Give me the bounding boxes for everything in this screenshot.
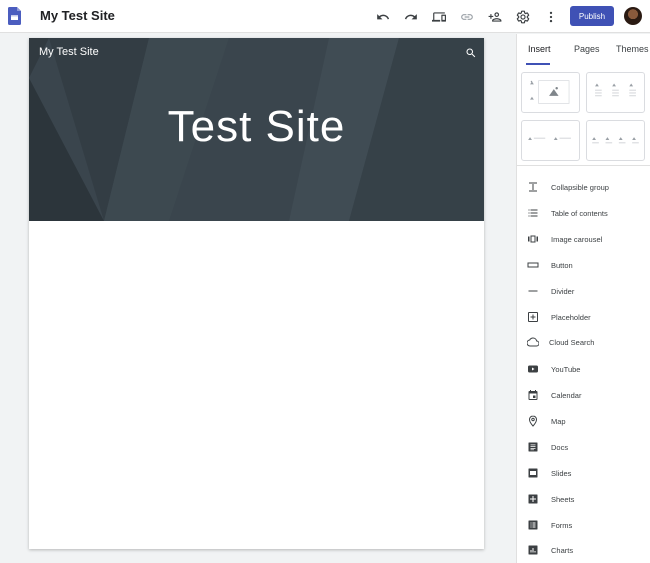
layout-option-3[interactable] <box>521 120 580 161</box>
layout-thumbnail-icon <box>592 137 639 144</box>
insert-item-label: Forms <box>551 520 573 530</box>
layout-option-4[interactable] <box>586 120 645 161</box>
image-carousel-icon <box>526 232 540 246</box>
layout-thumbnail-icon <box>595 83 636 97</box>
cloud-search-icon <box>526 335 540 349</box>
layout-option-1[interactable] <box>521 72 580 113</box>
insert-docs[interactable]: Docs <box>526 438 646 456</box>
site-page[interactable]: My Test Site Test Site <box>29 38 484 549</box>
insert-item-label: Calendar <box>551 390 582 400</box>
active-tab-indicator <box>526 63 550 65</box>
hero-title[interactable]: Test Site <box>29 102 484 152</box>
search-icon[interactable] <box>465 46 477 58</box>
insert-slides[interactable]: Slides <box>526 464 646 482</box>
insert-item-label: Collapsible group <box>551 182 609 192</box>
header-banner[interactable]: My Test Site Test Site <box>29 38 484 221</box>
share-icon[interactable] <box>486 8 504 26</box>
insert-item-label: Placeholder <box>551 312 591 322</box>
avatar[interactable] <box>624 7 642 25</box>
insert-item-label: YouTube <box>551 364 581 374</box>
redo-icon[interactable] <box>402 8 420 26</box>
insert-cloud-search[interactable]: Cloud Search <box>526 333 646 351</box>
youtube-icon <box>526 362 540 376</box>
calendar-icon <box>526 388 540 402</box>
insert-sheets[interactable]: Sheets <box>526 490 646 508</box>
insert-charts[interactable]: Charts <box>526 541 646 559</box>
insert-item-label: Docs <box>551 442 569 452</box>
table-of-contents-icon <box>526 206 540 220</box>
insert-button[interactable]: Button <box>526 256 646 274</box>
sheets-icon <box>526 492 540 506</box>
collapsible-group-icon <box>526 180 540 194</box>
sites-logo-icon[interactable] <box>8 7 21 25</box>
tab-insert[interactable]: Insert <box>528 44 551 54</box>
publish-button[interactable]: Publish <box>570 6 614 26</box>
insert-table-of-contents[interactable]: Table of contents <box>526 204 646 222</box>
insert-item-label: Image carousel <box>551 234 603 244</box>
site-title[interactable]: My Test Site <box>40 8 115 23</box>
top-bar: My Test Site Publish <box>0 0 650 33</box>
layout-thumbnail-icon <box>528 137 571 141</box>
insert-item-label: Button <box>551 260 573 270</box>
insert-map[interactable]: Map <box>526 412 646 430</box>
insert-placeholder[interactable]: Placeholder <box>526 308 646 326</box>
charts-icon <box>526 543 540 557</box>
insert-calendar[interactable]: Calendar <box>526 386 646 404</box>
link-icon[interactable] <box>458 8 476 26</box>
insert-item-label: Map <box>551 416 566 426</box>
tab-pages[interactable]: Pages <box>574 44 600 54</box>
editor-canvas: My Test Site Test Site <box>0 34 516 563</box>
docs-icon <box>526 440 540 454</box>
insert-item-label: Cloud Search <box>549 337 595 347</box>
preview-icon[interactable] <box>430 8 448 26</box>
undo-icon[interactable] <box>374 8 392 26</box>
layout-thumbnail-icon <box>530 80 570 104</box>
insert-item-label: Sheets <box>551 494 575 504</box>
insert-forms[interactable]: Forms <box>526 516 646 534</box>
more-icon[interactable] <box>542 8 560 26</box>
tab-themes[interactable]: Themes <box>616 44 649 54</box>
insert-youtube[interactable]: YouTube <box>526 360 646 378</box>
divider-icon <box>526 284 540 298</box>
insert-item-label: Divider <box>551 286 575 296</box>
insert-image-carousel[interactable]: Image carousel <box>526 230 646 248</box>
forms-icon <box>526 518 540 532</box>
sidebar-divider <box>516 165 650 166</box>
layout-option-2[interactable] <box>586 72 645 113</box>
map-icon <box>526 414 540 428</box>
settings-icon[interactable] <box>514 8 532 26</box>
button-icon <box>526 258 540 272</box>
insert-item-label: Table of contents <box>551 208 608 218</box>
placeholder-icon <box>526 310 540 324</box>
insert-item-label: Charts <box>551 545 574 555</box>
insert-divider[interactable]: Divider <box>526 282 646 300</box>
slides-icon <box>526 466 540 480</box>
insert-collapsible-group[interactable]: Collapsible group <box>526 178 646 196</box>
header-site-name[interactable]: My Test Site <box>39 46 99 58</box>
insert-item-label: Slides <box>551 468 572 478</box>
